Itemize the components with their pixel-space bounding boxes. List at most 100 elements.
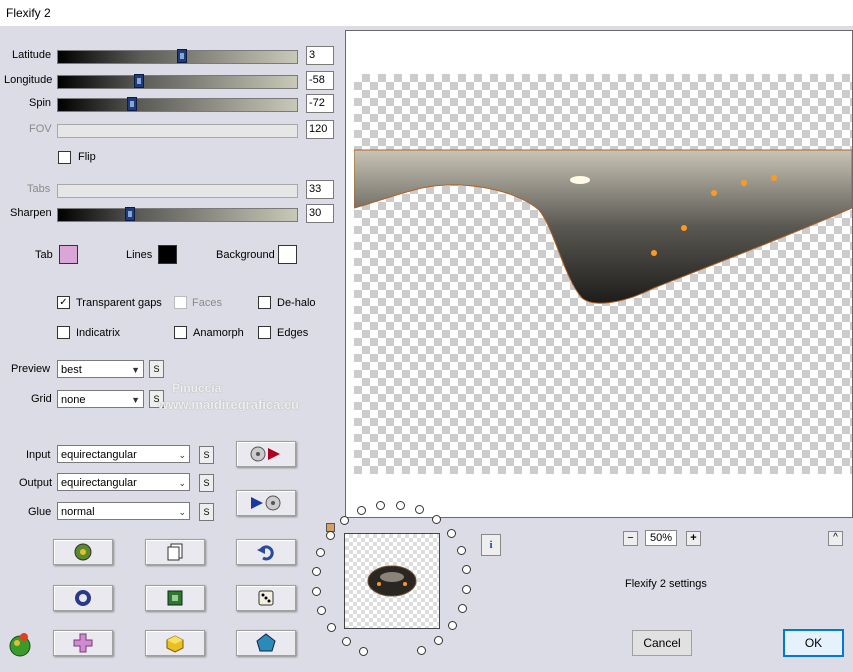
dial-dot	[359, 646, 369, 656]
dial-dot	[446, 528, 456, 538]
thumbnail-navigator[interactable]	[344, 533, 440, 629]
window-title: Flexify 2	[6, 6, 51, 20]
cube-button[interactable]	[145, 630, 205, 656]
input-label: Input	[26, 449, 51, 461]
value-field-fov[interactable]: 120	[306, 120, 334, 139]
slider-label-tabs: Tabs	[27, 183, 51, 195]
input-select-value: equirectangular	[61, 449, 137, 461]
undo-icon	[257, 545, 274, 561]
value-field-tabs[interactable]: 33	[306, 180, 334, 199]
slider-label-latitude: Latitude	[12, 49, 52, 61]
grid-select-value: none	[61, 394, 86, 406]
dial-dot	[325, 530, 335, 540]
grid-label: Grid	[31, 393, 52, 405]
load-input-button[interactable]	[236, 441, 296, 467]
preview-canvas[interactable]	[345, 30, 853, 518]
lines-color-label: Lines	[126, 249, 153, 261]
dial-dot	[316, 548, 326, 558]
output-select[interactable]: equirectangular ⌄	[57, 473, 190, 491]
collapse-button[interactable]: ^	[828, 531, 843, 546]
zoom-value[interactable]: 50%	[645, 530, 677, 546]
ring-button[interactable]	[53, 585, 113, 611]
preview-select[interactable]: best ▼	[57, 360, 144, 378]
slider-label-spin: Spin	[29, 97, 52, 109]
chevron-down-icon: ▼	[131, 365, 140, 375]
dial-dot	[462, 564, 472, 574]
cancel-button[interactable]: Cancel	[632, 630, 692, 656]
settings-label: Flexify 2 settings	[625, 578, 707, 590]
background-color-swatch[interactable]	[278, 245, 297, 264]
faces-label: Faces	[192, 297, 222, 309]
preview-select-value: best	[61, 364, 82, 376]
slider-thumb[interactable]	[134, 74, 145, 88]
tab-color-swatch[interactable]	[59, 245, 78, 264]
slider-thumb[interactable]	[127, 97, 138, 111]
play-disc-icon	[251, 495, 281, 511]
output-s-button[interactable]: S	[199, 474, 214, 492]
slider-tabs	[57, 184, 298, 198]
pentagon-icon	[256, 633, 276, 652]
dice-icon	[258, 590, 274, 606]
flexified-image	[354, 149, 852, 304]
zoom-in-button[interactable]: +	[686, 531, 701, 546]
preview-label: Preview	[11, 363, 51, 375]
slider-thumb[interactable]	[124, 207, 135, 221]
dial-dot	[311, 567, 321, 577]
transparent-gaps-checkbox[interactable]: ✓	[57, 296, 70, 309]
slider-thumb[interactable]	[177, 49, 188, 63]
thumbnail-image	[367, 565, 417, 597]
glue-select-value: normal	[61, 506, 95, 518]
value-field-longitude[interactable]: -58	[306, 71, 334, 90]
chevron-down-icon: ⌄	[178, 507, 186, 517]
anamorph-checkbox[interactable]	[174, 326, 187, 339]
slider-sharpen[interactable]	[57, 207, 298, 222]
edges-label: Edges	[277, 327, 309, 339]
glue-label: Glue	[28, 506, 52, 518]
dial-dot	[432, 514, 442, 524]
flip-checkbox[interactable]	[58, 151, 71, 164]
value-field-spin[interactable]: -72	[306, 94, 334, 113]
indicatrix-checkbox[interactable]	[57, 326, 70, 339]
dial-dot	[311, 587, 321, 597]
info-button[interactable]: i	[481, 534, 501, 556]
glue-s-button[interactable]: S	[199, 503, 214, 521]
ok-button[interactable]: OK	[783, 629, 844, 657]
dial-dot	[456, 545, 466, 555]
ring-icon	[75, 590, 91, 606]
slider-latitude[interactable]	[57, 49, 298, 64]
faces-checkbox[interactable]	[174, 296, 187, 309]
slider-longitude[interactable]	[57, 74, 298, 89]
zoom-out-button[interactable]: −	[623, 531, 638, 546]
glue-select[interactable]: normal ⌄	[57, 502, 190, 520]
value-field-latitude[interactable]: 3	[306, 46, 334, 65]
dice-button[interactable]	[236, 585, 296, 611]
slider-spin[interactable]	[57, 97, 298, 112]
cross-icon	[73, 633, 93, 653]
grid-select[interactable]: none ▼	[57, 390, 144, 408]
save-output-button[interactable]	[236, 490, 296, 516]
background-color-label: Background	[216, 249, 275, 261]
input-s-button[interactable]: S	[199, 446, 214, 464]
cube-icon	[166, 635, 184, 653]
slider-label-longitude: Longitude	[4, 74, 53, 86]
input-select[interactable]: equirectangular ⌄	[57, 445, 190, 463]
pentagon-button[interactable]	[236, 630, 296, 656]
anamorph-label: Anamorph	[193, 327, 244, 339]
cross-button[interactable]	[53, 630, 113, 656]
dehalo-label: De-halo	[277, 297, 316, 309]
copy-button[interactable]	[145, 539, 205, 565]
undo-button[interactable]	[236, 539, 296, 565]
lines-color-swatch[interactable]	[158, 245, 177, 264]
dial-dot	[327, 623, 337, 633]
dehalo-checkbox[interactable]	[258, 296, 271, 309]
dial-dot	[395, 500, 405, 510]
value-field-sharpen[interactable]: 30	[306, 204, 334, 223]
randomize-button[interactable]	[53, 539, 113, 565]
square-button[interactable]	[145, 585, 205, 611]
chevron-down-icon: ⌄	[178, 478, 186, 488]
dial-dot	[417, 645, 427, 655]
dial-dot	[317, 606, 327, 616]
edges-checkbox[interactable]	[258, 326, 271, 339]
dial-dot	[457, 603, 467, 613]
preview-s-button[interactable]: S	[149, 360, 164, 378]
